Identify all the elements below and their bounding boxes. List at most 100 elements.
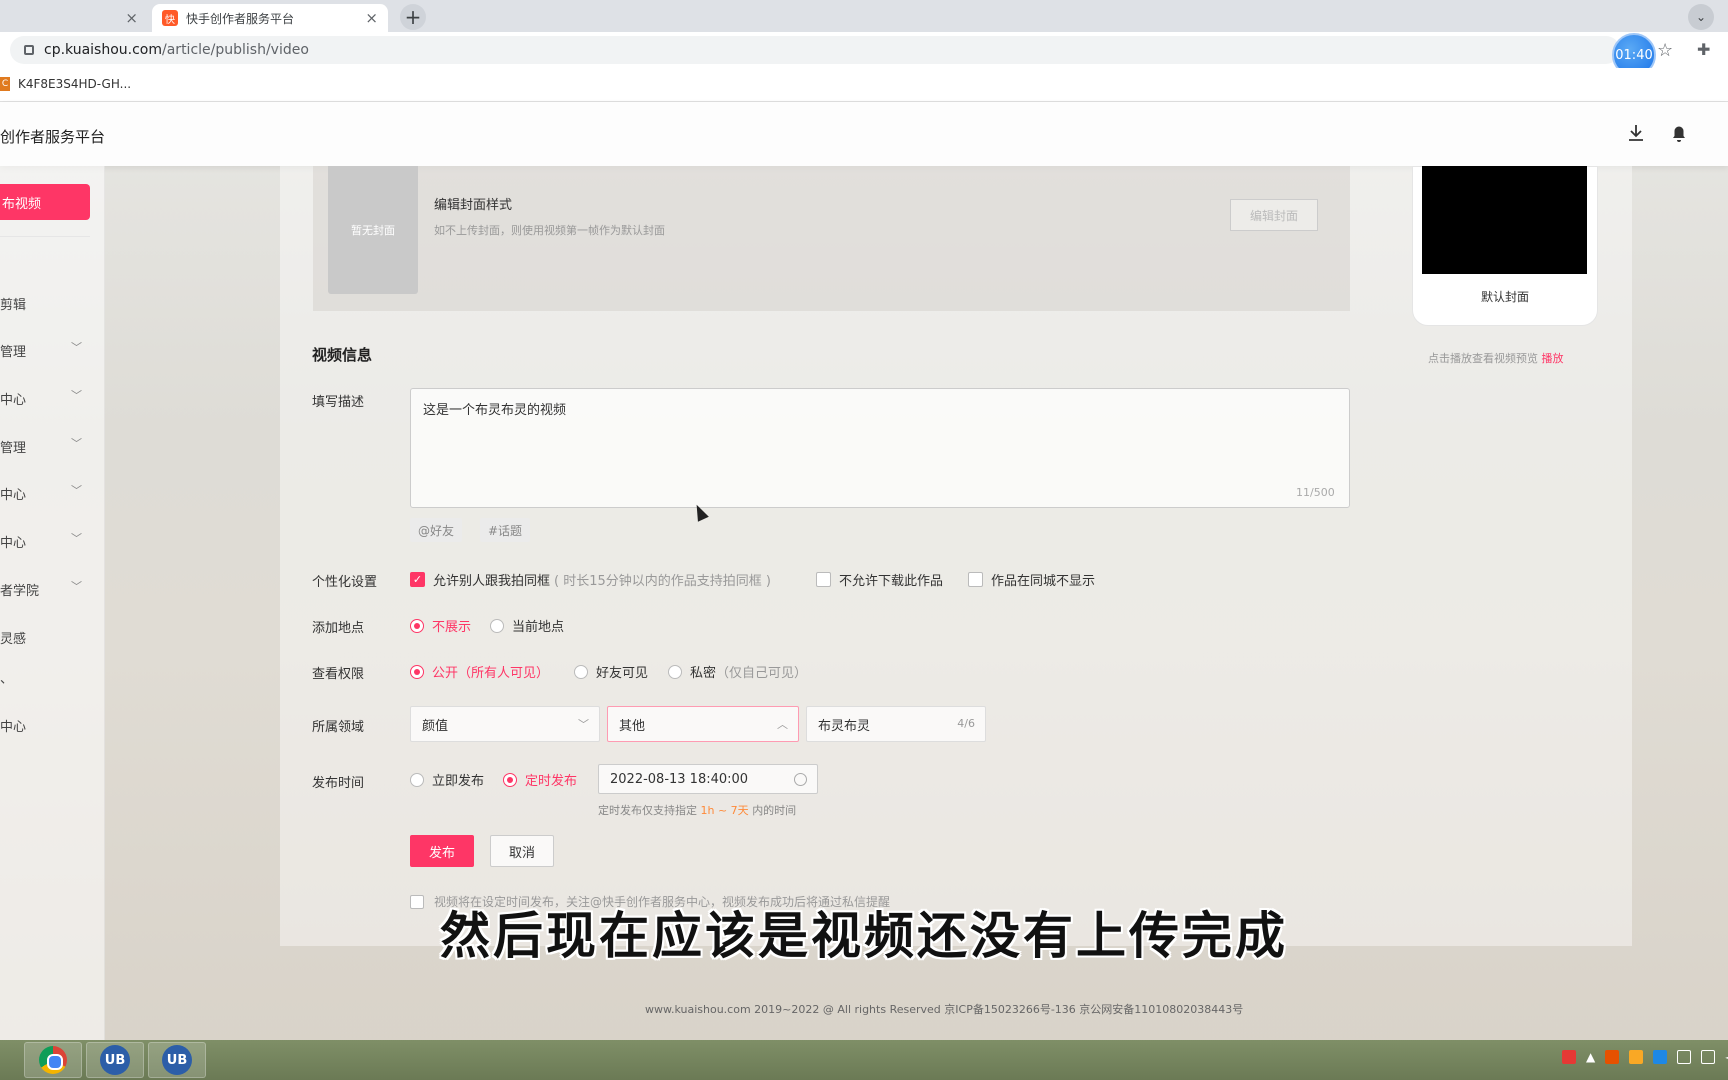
- sidebar-item[interactable]: 中心: [0, 716, 90, 735]
- cancel-button[interactable]: 取消: [490, 835, 554, 867]
- new-tab-button[interactable]: +: [400, 4, 426, 30]
- datetime-picker[interactable]: 2022-08-13 18:40:00: [598, 764, 818, 794]
- page-footer: www.kuaishou.com 2019~2022 @ All rights …: [645, 1003, 1244, 1016]
- tray-app-icon[interactable]: [1605, 1050, 1620, 1064]
- perm-private-hint: （仅自己可见）: [716, 666, 808, 681]
- taskbar-app-button[interactable]: UB: [148, 1042, 206, 1078]
- checkbox-checked-icon[interactable]: ✓: [410, 572, 425, 587]
- sidebar-item[interactable]: 灵感: [0, 628, 90, 647]
- tray-app-icon[interactable]: [1653, 1050, 1668, 1064]
- bell-icon[interactable]: [1668, 122, 1690, 144]
- phone-preview-screen[interactable]: [1422, 166, 1587, 274]
- bookmark-item[interactable]: C K4F8E3S4HD-GH...: [0, 77, 131, 91]
- location-hide-label: 不展示: [432, 620, 472, 635]
- cover-placeholder[interactable]: 暂无封面: [328, 166, 418, 294]
- shield-icon[interactable]: [1629, 1050, 1644, 1064]
- hide-local-option[interactable]: 作品在同城不显示: [968, 570, 1095, 589]
- domain-select-secondary-value: 其他: [619, 718, 646, 734]
- publish-button[interactable]: 发布: [410, 835, 474, 867]
- no-download-label: 不允许下载此作品: [839, 574, 944, 589]
- browser-tab-inactive[interactable]: ×: [0, 4, 148, 32]
- sidebar-item[interactable]: 、: [0, 668, 90, 687]
- sidebar-item-label: 管理: [0, 441, 27, 456]
- lock-icon: [24, 45, 34, 55]
- sidebar-item[interactable]: 管理 ﹀: [0, 437, 90, 456]
- cover-panel: [313, 166, 1350, 311]
- tab-close-icon[interactable]: ×: [365, 9, 378, 27]
- sidebar-item[interactable]: 中心 ﹀: [0, 389, 90, 408]
- radio-icon[interactable]: [574, 664, 588, 679]
- topic-chip[interactable]: #话题: [480, 518, 531, 542]
- location-current-option[interactable]: 当前地点: [490, 616, 564, 635]
- chevron-down-icon: ﹀: [71, 437, 82, 450]
- radio-selected-icon[interactable]: [410, 664, 424, 679]
- taskbar-chrome-button[interactable]: [24, 1042, 82, 1078]
- chevron-up-icon: ︿: [777, 718, 788, 731]
- sidebar-publish-video[interactable]: 布视频: [0, 184, 90, 220]
- checkbox-icon[interactable]: [816, 572, 831, 587]
- clock-icon: [794, 773, 807, 786]
- cover-hint: 如不上传封面，则使用视频第一帧作为默认封面: [434, 224, 665, 237]
- bookmark-label: K4F8E3S4HD-GH...: [18, 77, 132, 91]
- play-link[interactable]: 播放: [1542, 352, 1564, 365]
- checkbox-icon[interactable]: [968, 572, 983, 587]
- radio-icon[interactable]: [668, 664, 682, 679]
- sidebar-item-label: 中心: [0, 393, 27, 408]
- input-method-icon[interactable]: [1562, 1050, 1576, 1064]
- sidebar-item[interactable]: 中心 ﹀: [0, 484, 90, 503]
- perm-public-option[interactable]: 公开（所有人可见）: [410, 662, 549, 681]
- browser-tab-active[interactable]: 快 快手创作者服务平台 ×: [152, 4, 388, 32]
- allow-frame-option[interactable]: ✓ 允许别人跟我拍同框 ( 时长15分钟以内的作品支持拍同框 ): [410, 570, 771, 589]
- sidebar-item[interactable]: 剪辑: [0, 294, 90, 313]
- extensions-icon[interactable]: ✚: [1697, 40, 1710, 59]
- domain-label: 所属领域: [312, 720, 365, 735]
- chevron-down-icon: ﹀: [578, 718, 589, 731]
- sidebar-item[interactable]: 中心 ﹀: [0, 532, 90, 551]
- time-label: 发布时间: [312, 776, 365, 791]
- flag-icon[interactable]: [1677, 1050, 1692, 1064]
- video-subtitle: 然后现在应该是视频还没有上传完成: [440, 907, 1288, 965]
- schedule-hint-post: 内的时间: [752, 804, 797, 817]
- location-hide-option[interactable]: 不展示: [410, 616, 471, 635]
- publish-scheduled-option[interactable]: 定时发布: [503, 770, 577, 789]
- radio-icon[interactable]: [490, 618, 504, 633]
- radio-selected-icon[interactable]: [410, 618, 424, 633]
- publish-now-option[interactable]: 立即发布: [410, 770, 484, 789]
- domain-tag-count: 4/6: [957, 717, 975, 730]
- domain-tag-input[interactable]: 布灵布灵 4/6: [806, 706, 986, 742]
- location-current-label: 当前地点: [512, 620, 565, 635]
- taskbar-app-button[interactable]: UB: [86, 1042, 144, 1078]
- schedule-hint-pre: 定时发布仅支持指定: [598, 804, 697, 817]
- browser-tab-bar: × 快 快手创作者服务平台 × + ⌄: [0, 0, 1728, 32]
- sidebar-item[interactable]: 管理 ﹀: [0, 341, 90, 360]
- schedule-hint: 定时发布仅支持指定 1h ~ 7天 内的时间: [598, 802, 796, 818]
- address-bar[interactable]: cp.kuaishou.com/article/publish/video: [10, 36, 1620, 64]
- sidebar-item[interactable]: 者学院 ﹀: [0, 580, 90, 599]
- chevron-down-icon: ﹀: [71, 341, 82, 354]
- sidebar-item-label: 中心: [0, 536, 27, 551]
- mention-friend-chip[interactable]: @好友: [410, 518, 463, 542]
- network-icon[interactable]: [1701, 1050, 1716, 1064]
- perm-friends-option[interactable]: 好友可见: [574, 662, 648, 681]
- tab-search-chevron-icon[interactable]: ⌄: [1688, 4, 1714, 30]
- sidebar-item-label: 灵感: [0, 632, 27, 647]
- schedule-hint-range: 1h ~ 7天: [700, 804, 749, 817]
- tab-close-icon[interactable]: ×: [125, 9, 138, 27]
- url-domain: cp.kuaishou.com: [44, 42, 163, 58]
- radio-icon[interactable]: [410, 772, 424, 787]
- download-icon[interactable]: [1625, 122, 1647, 144]
- domain-select-primary[interactable]: 颜值 ﹀: [410, 706, 600, 742]
- default-cover-label: 默认封面: [1480, 290, 1529, 304]
- chevron-down-icon: ﹀: [71, 580, 82, 593]
- tray-expand-icon[interactable]: ▲: [1586, 1050, 1595, 1064]
- sidebar-item-label: 者学院: [0, 584, 40, 599]
- description-textarea[interactable]: 这是一个布灵布灵的视频: [410, 388, 1350, 508]
- radio-selected-icon[interactable]: [503, 772, 517, 787]
- bookmark-star-icon[interactable]: ☆: [1657, 40, 1673, 61]
- site-title[interactable]: 创作者服务平台: [0, 126, 105, 147]
- edit-cover-button[interactable]: 编辑封面: [1230, 199, 1318, 231]
- domain-select-secondary[interactable]: 其他 ︿: [607, 706, 799, 742]
- no-download-option[interactable]: 不允许下载此作品: [816, 570, 943, 589]
- sidebar-item-label: 中心: [0, 720, 27, 735]
- perm-private-option[interactable]: 私密 （仅自己可见）: [668, 662, 807, 681]
